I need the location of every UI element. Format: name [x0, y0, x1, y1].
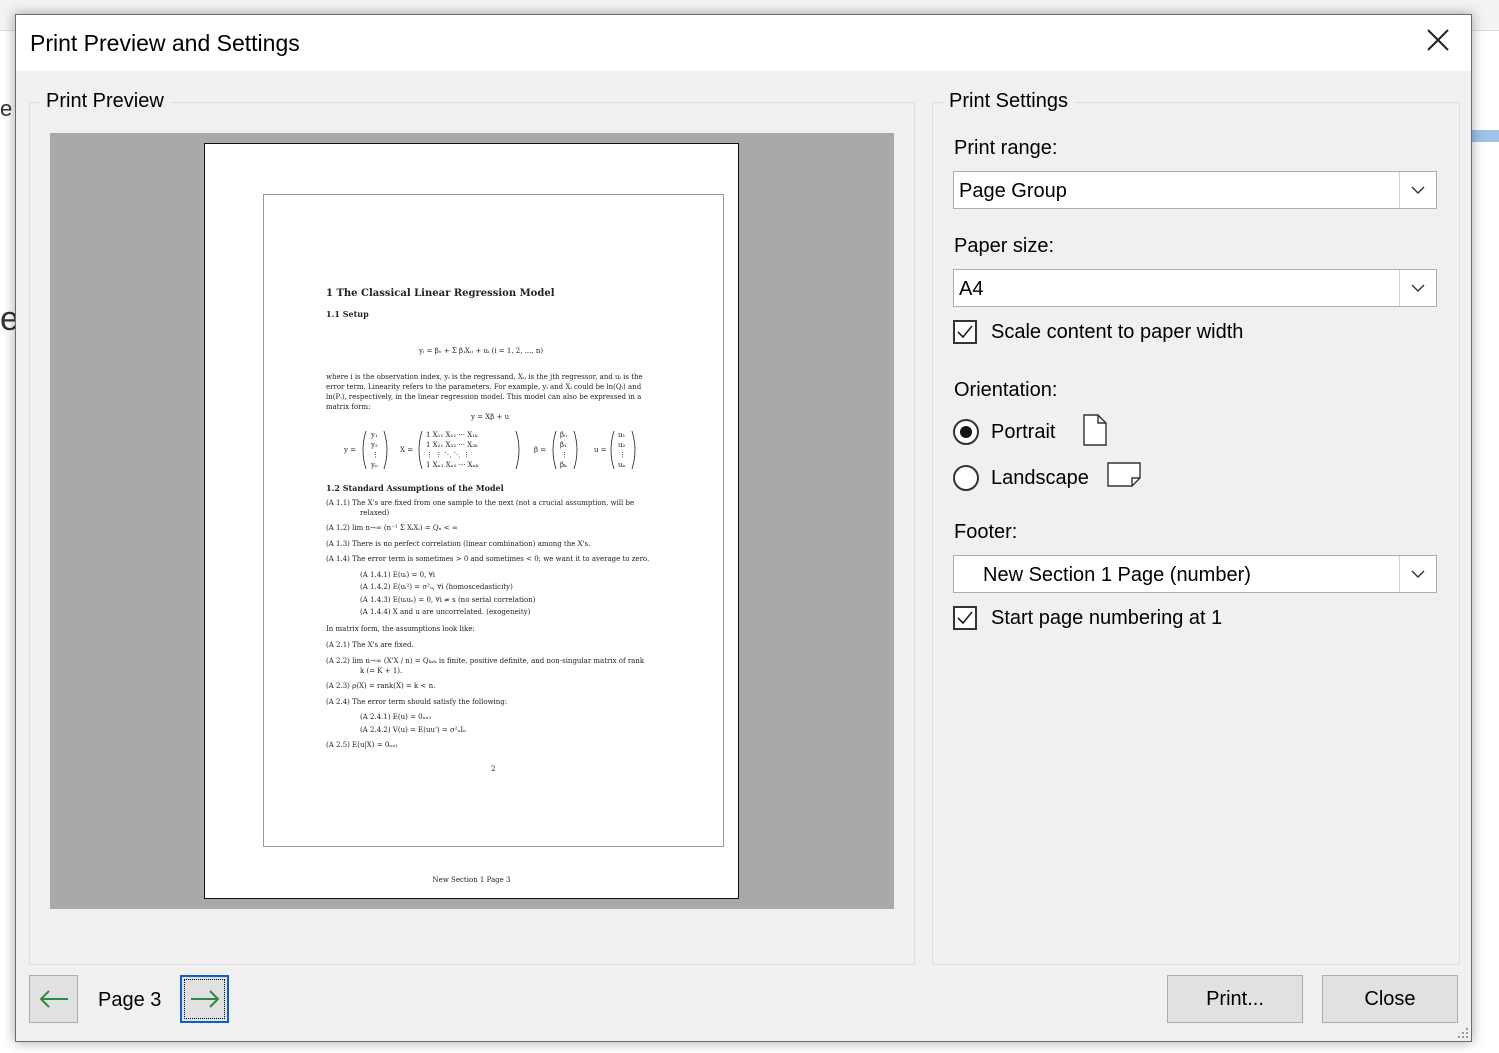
doc-line: (A 1.1) The X's are fixed from one sampl…	[326, 499, 635, 507]
print-preview-dialog: Print Preview and Settings Print Preview…	[15, 14, 1472, 1042]
checkmark-icon	[957, 611, 973, 625]
scale-content-label[interactable]: Scale content to paper width	[991, 321, 1243, 344]
chevron-down-icon[interactable]	[1399, 270, 1436, 306]
doc-line: relaxed)	[360, 509, 390, 517]
print-range-value: Page Group	[959, 180, 1067, 202]
chevron-down-icon[interactable]	[1399, 172, 1436, 208]
previous-page-button[interactable]	[29, 975, 78, 1023]
svg-text:y =: y =	[344, 446, 356, 454]
doc-line: (A 2.4.1) E(u) = 0ₙₓ₁	[360, 713, 432, 721]
svg-text:⋮ ⋮ ⋱ ⋱ ⋮: ⋮ ⋮ ⋱ ⋱ ⋮	[426, 451, 470, 459]
preview-area: 1 The Classical Linear Regression Model …	[50, 133, 894, 909]
paper-size-value: A4	[959, 278, 984, 300]
svg-text:⋮: ⋮	[561, 451, 568, 459]
footer-value: New Section 1 Page (number)	[983, 564, 1251, 586]
doc-line: (A 1.4.1) E(uᵢ) = 0, ∀i	[360, 571, 435, 579]
doc-line: matrix form:	[326, 403, 371, 411]
doc-line: (A 1.2) lim n→∞ (n⁻¹ Σ XᵢXᵢ) = Qₓ < ∞	[326, 524, 458, 532]
print-settings-legend: Print Settings	[943, 90, 1074, 113]
doc-line: (A 2.2) lim n→∞ (X'X / n) = Qₖₓₖ is fini…	[326, 657, 645, 665]
svg-text:β₁: β₁	[560, 441, 567, 449]
next-page-button[interactable]	[180, 975, 229, 1023]
landscape-radio[interactable]	[953, 465, 979, 491]
doc-line: error term. Linearity refers to the para…	[326, 383, 642, 391]
close-button[interactable]: Close	[1322, 975, 1458, 1023]
doc-line: (A 2.4) The error term should satisfy th…	[326, 698, 508, 706]
svg-text:u =: u =	[594, 446, 607, 454]
doc-line: (A 1.3) There is no perfect correlation …	[326, 540, 591, 548]
paper-size-label: Paper size:	[954, 235, 1055, 257]
preview-page: 1 The Classical Linear Regression Model …	[204, 143, 739, 899]
doc-line: k (= K + 1).	[360, 667, 403, 675]
doc-line: (A 1.4) The error term is sometimes > 0 …	[326, 555, 650, 563]
svg-text:X =: X =	[400, 446, 413, 454]
svg-text:βₖ: βₖ	[560, 461, 567, 469]
print-range-dropdown[interactable]: Page Group	[953, 171, 1437, 209]
print-preview-group: Print Preview 1 The Classical Linear Reg…	[29, 90, 915, 965]
doc-page-number: 2	[491, 765, 496, 773]
svg-text:1 X₁₁ X₁₂ ··· X₁ₖ: 1 X₁₁ X₁₂ ··· X₁ₖ	[426, 431, 478, 439]
orientation-label: Orientation:	[954, 379, 1058, 401]
footer-label: Footer:	[954, 521, 1018, 543]
svg-text:u₂: u₂	[618, 441, 626, 449]
landscape-page-icon	[1107, 462, 1141, 487]
arrow-right-icon	[190, 990, 219, 1008]
doc-line: ln(Pᵢ), respectively, in the linear regr…	[326, 393, 642, 401]
svg-text:⋮: ⋮	[372, 451, 379, 459]
chevron-down-icon[interactable]	[1399, 556, 1436, 592]
doc-line: (A 1.4.2) E(uᵢ²) = σ²ᵤ, ∀i (homoscedasti…	[360, 583, 513, 591]
doc-line: where i is the observation index, yᵢ is …	[326, 373, 643, 381]
paper-size-dropdown[interactable]: A4	[953, 269, 1437, 307]
doc-equation: yᵢ = β₀ + Σ βⱼXᵢⱼ + uᵢ (i = 1, 2, ..., n…	[419, 347, 544, 355]
svg-text:uₙ: uₙ	[618, 461, 626, 469]
svg-text:β₀: β₀	[560, 431, 567, 439]
footer-dropdown[interactable]: New Section 1 Page (number)	[953, 555, 1437, 593]
dialog-title: Print Preview and Settings	[30, 30, 300, 56]
doc-equation: y = Xβ + u	[471, 413, 510, 421]
background-text-fragment: e	[0, 96, 13, 121]
svg-text:⋮: ⋮	[619, 451, 626, 459]
landscape-label[interactable]: Landscape	[991, 467, 1089, 490]
scale-content-checkbox[interactable]	[953, 320, 977, 344]
resize-grip-icon[interactable]	[1455, 1025, 1469, 1039]
print-range-label: Print range:	[954, 137, 1058, 159]
checkmark-icon	[957, 325, 973, 339]
svg-text:1 X₂₁ X₂₂ ··· X₂ₖ: 1 X₂₁ X₂₂ ··· X₂ₖ	[426, 441, 478, 449]
doc-line: (A 1.4.4) X and u are uncorrelated. (exo…	[360, 608, 531, 616]
page-indicator: Page 3	[98, 989, 162, 1011]
doc-subheading: 1.1 Setup	[326, 309, 369, 319]
svg-text:1 Xₙ₁ Xₙ₂ ··· Xₙₖ: 1 Xₙ₁ Xₙ₂ ··· Xₙₖ	[426, 461, 479, 469]
page-footer-text: New Section 1 Page 3	[432, 876, 511, 884]
svg-text:u₁: u₁	[618, 431, 626, 439]
close-icon[interactable]	[1420, 25, 1456, 61]
dialog-titlebar: Print Preview and Settings	[16, 15, 1471, 71]
print-settings-group: Print Settings Print range: Page Group P…	[932, 90, 1460, 965]
doc-matrix-equation: y = y₁ y₂ ⋮ yₙ X = 1 X₁₁ X₁₂ ··· X₁ₖ 1 X₂₁ …	[344, 430, 636, 470]
doc-subheading: 1.2 Standard Assumptions of the Model	[326, 483, 504, 493]
doc-heading: 1 The Classical Linear Regression Model	[326, 288, 555, 299]
doc-line: (A 2.3) ρ(X) = rank(X) = k < n.	[326, 682, 436, 690]
doc-line: (A 2.5) E(u|X) = 0ₙₓ₁	[326, 741, 399, 749]
start-numbering-label[interactable]: Start page numbering at 1	[991, 607, 1222, 630]
svg-text:yₙ: yₙ	[370, 461, 378, 469]
start-numbering-checkbox[interactable]	[953, 606, 977, 630]
doc-line: In matrix form, the assumptions look lik…	[326, 625, 475, 633]
doc-line: (A 2.1) The X's are fixed.	[326, 641, 414, 649]
portrait-radio[interactable]	[953, 419, 979, 445]
svg-text:y₁: y₁	[370, 431, 378, 439]
svg-text:y₂: y₂	[370, 441, 378, 449]
arrow-left-icon	[39, 990, 68, 1008]
svg-text:β =: β =	[534, 446, 546, 454]
print-preview-legend: Print Preview	[40, 90, 170, 113]
portrait-label[interactable]: Portrait	[991, 421, 1055, 444]
page-content: 1 The Classical Linear Regression Model …	[263, 194, 724, 847]
print-button[interactable]: Print...	[1167, 975, 1303, 1023]
background-selection-bar	[1472, 130, 1499, 142]
portrait-page-icon	[1083, 414, 1107, 446]
doc-line: (A 1.4.3) E(uᵢuₛ) = 0, ∀i ≠ s (no serial…	[360, 596, 536, 604]
doc-line: (A 2.4.2) V(u) = E(uu') = σ²ᵤIₙ	[360, 726, 467, 734]
